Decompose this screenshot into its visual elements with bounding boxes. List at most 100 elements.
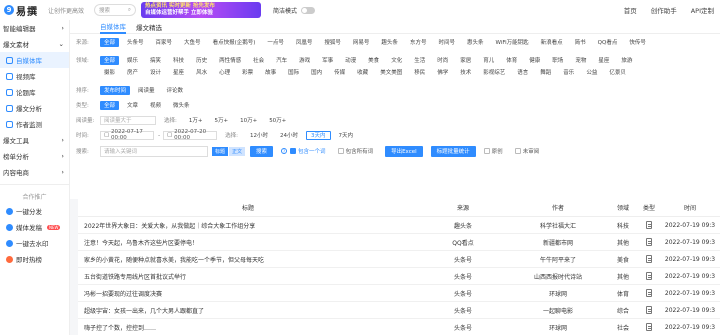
time-quick-chip[interactable]: 24小时 (276, 131, 302, 140)
sidebar-item-hot-list[interactable]: 即时热榜 (0, 251, 69, 267)
source-chip[interactable]: 头条号 (123, 38, 148, 47)
unread-checkbox[interactable] (514, 148, 521, 154)
source-chip[interactable]: 全部 (100, 37, 120, 47)
tab-media-library[interactable]: 自媒体库 (100, 20, 126, 34)
reads-input[interactable]: 阅读量大于 (100, 115, 156, 125)
field-chip[interactable]: 语言 (513, 68, 532, 77)
sort-chip[interactable]: 阅读量 (134, 86, 159, 95)
source-chip[interactable]: 网易号 (349, 38, 374, 47)
field-chip[interactable]: 家居 (456, 56, 475, 65)
logo[interactable]: 9 易撰 (4, 3, 38, 18)
title-scope-button[interactable]: 标题 (212, 146, 229, 156)
field-chip[interactable]: 时尚 (433, 56, 452, 65)
body-scope-button[interactable]: 正文 (229, 146, 246, 156)
include-all-option[interactable]: 包含所有词 (337, 147, 373, 155)
field-chip[interactable]: 设计 (146, 68, 165, 77)
field-chip[interactable]: 社会 (249, 56, 268, 65)
field-chip[interactable]: 技术 (456, 68, 475, 77)
row-title[interactable]: 注意！今天起，乌鲁木齐这些片区要停电！ (78, 238, 418, 247)
field-chip[interactable]: 全部 (100, 55, 120, 65)
row-author[interactable]: 午牛阿平来了 (508, 255, 608, 264)
source-chip[interactable]: 简书 (571, 38, 590, 47)
field-chip[interactable]: 娱乐 (123, 56, 142, 65)
time-to-input[interactable]: ▢ 2022-07-20 00:00 (163, 129, 218, 141)
original-checkbox[interactable] (483, 148, 490, 154)
include-one-checkbox[interactable] (290, 148, 297, 154)
row-author[interactable]: 环球网 (508, 289, 608, 298)
field-chip[interactable]: 国际 (284, 68, 303, 77)
search-button[interactable]: 搜索 (250, 145, 274, 157)
field-chip[interactable]: 搞笑 (146, 56, 165, 65)
include-one-option[interactable]: 包含一个词 (290, 147, 326, 155)
time-quick-chip[interactable]: 7天内 (335, 131, 358, 140)
row-author[interactable]: 新疆都市网 (508, 238, 608, 247)
source-chip[interactable]: 惠头条 (463, 38, 488, 47)
source-chip[interactable]: WiFi万能钥匙 (491, 38, 532, 47)
field-chip[interactable]: 公益 (582, 68, 601, 77)
sidebar-item-remove-watermark[interactable]: 一键去水印 (0, 235, 69, 251)
row-author[interactable]: 环球网 (508, 323, 608, 332)
row-title[interactable]: 2022年世界大象日：关爱大象，从我做起｜综合大象工作组分享 (78, 221, 418, 230)
type-chip[interactable]: 微头条 (169, 101, 194, 110)
field-chip[interactable]: 星座 (594, 56, 613, 65)
time-quick-chip[interactable]: 3天内 (306, 130, 331, 140)
source-chip[interactable]: 快传号 (625, 38, 650, 47)
header-search[interactable]: 搜索 ⌕ (94, 4, 137, 16)
field-chip[interactable]: 历史 (192, 56, 211, 65)
table-row[interactable]: 嗨子控了个数，控控到…… 头条号 环球网 社会 2022-07-19 09:3 (78, 319, 720, 335)
keyword-input[interactable]: 请输入关键词 (100, 145, 208, 157)
field-chip[interactable]: 音乐 (559, 68, 578, 77)
table-row[interactable]: 家乡的小黄花，随便种点就喜水美，我能吃一个季节，但父母每天吃 头条号 午牛阿平来了美… (78, 251, 720, 268)
field-chip[interactable]: 体育 (502, 56, 521, 65)
source-chip[interactable]: 看点快报(企鹅号) (209, 38, 260, 47)
source-chip[interactable]: 时间号 (434, 38, 459, 47)
field-chip[interactable]: 汽车 (272, 56, 291, 65)
sort-chip[interactable]: 评论数 (163, 86, 188, 95)
field-chip[interactable]: 游戏 (295, 56, 314, 65)
row-title[interactable]: 家乡的小黄花，随便种点就喜水美，我能吃一个季节，但父母每天吃 (78, 255, 418, 264)
field-chip[interactable]: 亿景贝 (605, 68, 630, 77)
field-chip[interactable]: 动漫 (341, 56, 360, 65)
row-title[interactable]: 超级宇宙：女孩一出来，几个大男人跟都直了 (78, 306, 418, 315)
field-chip[interactable]: 文化 (387, 56, 406, 65)
include-all-checkbox[interactable] (337, 148, 344, 154)
field-chip[interactable]: 故事 (261, 68, 280, 77)
reads-quick-chip[interactable]: 50万+ (265, 116, 290, 125)
source-chip[interactable]: 新浪看点 (537, 38, 567, 47)
field-chip[interactable]: 科技 (169, 56, 188, 65)
batch-stat-button[interactable]: 标题批量统计 (430, 145, 476, 157)
field-chip[interactable]: 星座 (169, 68, 188, 77)
source-chip[interactable]: QQ看点 (594, 38, 622, 47)
field-chip[interactable]: 美文美图 (376, 68, 406, 77)
source-chip[interactable]: 百家号 (152, 38, 177, 47)
type-chip[interactable]: 视频 (146, 101, 165, 110)
reads-quick-chip[interactable]: 10万+ (236, 116, 261, 125)
field-chip[interactable]: 心理 (215, 68, 234, 77)
row-title[interactable]: 冯彬一招要现的过往调度决赛 (78, 289, 418, 298)
row-author[interactable]: 山西西报时代诗站 (508, 272, 608, 281)
export-excel-button[interactable]: 导出Excel (385, 145, 423, 157)
promo-banner[interactable]: 热点资讯 实时更新 抢先发布 自媒体运营好帮手 立即体验 (141, 2, 262, 18)
field-chip[interactable]: 影视综艺 (479, 68, 509, 77)
row-author[interactable]: 科学社福大汇 (508, 221, 608, 230)
row-author[interactable]: 一起聊电影 (508, 306, 608, 315)
sort-chip[interactable]: 发布时间 (100, 85, 131, 95)
field-chip[interactable]: 健康 (525, 56, 544, 65)
field-chip[interactable]: 收藏 (353, 68, 372, 77)
field-chip[interactable]: 佛学 (433, 68, 452, 77)
field-chip[interactable]: 移民 (410, 68, 429, 77)
field-chip[interactable]: 生活 (410, 56, 429, 65)
field-chip[interactable]: 军事 (318, 56, 337, 65)
field-chip[interactable]: 职场 (548, 56, 567, 65)
source-chip[interactable]: 一点号 (263, 38, 288, 47)
field-chip[interactable]: 育儿 (479, 56, 498, 65)
time-quick-chip[interactable]: 12小时 (246, 131, 272, 140)
row-title[interactable]: 五台街道铁路专用线片区首批议式举行 (78, 272, 418, 281)
sidebar-item-media-publish[interactable]: 媒体发稿 NEW (0, 219, 69, 235)
reads-quick-chip[interactable]: 1万+ (185, 116, 207, 125)
nav-api-custom[interactable]: API定制 (691, 5, 714, 15)
table-row[interactable]: 五台街道铁路专用线片区首批议式举行 头条号 山西西报时代诗站 其他 2022-07-19… (78, 268, 720, 285)
table-row[interactable]: 注意！今天起，乌鲁木齐这些片区要停电！ QQ看点 新疆都市网 其他 2022-07-19… (78, 234, 720, 251)
sidebar-group-editor[interactable]: 智能编辑器 › (0, 20, 69, 36)
field-chip[interactable]: 国内 (307, 68, 326, 77)
